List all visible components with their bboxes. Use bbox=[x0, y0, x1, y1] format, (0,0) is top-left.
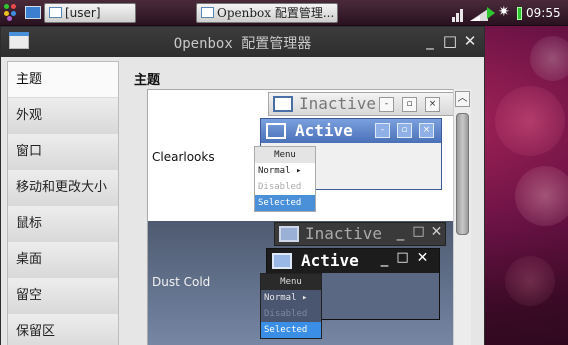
preview-menu-selected: Selected bbox=[261, 322, 321, 338]
maximize-button[interactable]: □ bbox=[441, 31, 459, 51]
theme-row-clearlooks[interactable]: Clearlooks Inactive - ▫ × Active - ▫ × M… bbox=[148, 90, 470, 220]
sidebar-item-margins[interactable]: 留空 bbox=[8, 278, 118, 314]
openbox-config-window: Openbox 配置管理器 _ □ ✕ 主题 外观 窗口 移动和更改大小 鼠标 … bbox=[0, 26, 485, 345]
preview-menu-disabled: Disabled bbox=[264, 309, 308, 319]
window-icon bbox=[49, 7, 62, 18]
taskbar-item-openbox[interactable]: Openbox 配置管理... bbox=[196, 3, 338, 23]
minimize-button[interactable]: _ bbox=[421, 31, 439, 51]
submenu-arrow-icon: ▸ bbox=[295, 166, 302, 176]
theme-list[interactable]: Clearlooks Inactive - ▫ × Active - ▫ × M… bbox=[147, 89, 471, 345]
preview-active-title: Active bbox=[301, 251, 359, 270]
sidebar: 主题 外观 窗口 移动和更改大小 鼠标 桌面 留空 保留区 bbox=[7, 61, 119, 345]
sidebar-item-move-resize[interactable]: 移动和更改大小 bbox=[8, 170, 118, 206]
clock[interactable]: 09:55 bbox=[526, 4, 561, 22]
sidebar-item-appearance[interactable]: 外观 bbox=[8, 98, 118, 134]
window-content: 主题 外观 窗口 移动和更改大小 鼠标 桌面 留空 保留区 主题 Clearlo… bbox=[1, 57, 484, 345]
preview-minimize-icon: - bbox=[379, 97, 394, 112]
preview-inactive-title: Inactive bbox=[299, 94, 377, 113]
window-titlebar[interactable]: Openbox 配置管理器 _ □ ✕ bbox=[1, 27, 484, 57]
preview-maximize-icon: □ bbox=[396, 250, 409, 265]
taskbar-item-user[interactable]: [user] bbox=[44, 3, 136, 23]
taskbar: [user] Openbox 配置管理... ✷ 09:55 bbox=[0, 0, 568, 26]
submenu-arrow-icon: ▸ bbox=[301, 293, 308, 303]
preview-menu: Menu Normal ▸ Disabled Selected bbox=[254, 146, 316, 212]
sidebar-item-windows[interactable]: 窗口 bbox=[8, 134, 118, 170]
window-icon bbox=[201, 7, 214, 18]
desktop-background bbox=[485, 26, 568, 345]
show-desktop-icon[interactable] bbox=[25, 6, 41, 19]
preview-minimize-icon: _ bbox=[396, 223, 405, 241]
preview-minimize-icon: - bbox=[375, 123, 390, 138]
preview-inactive-title: Inactive bbox=[305, 224, 383, 243]
preview-menu: Menu Normal ▸ Disabled Selected bbox=[260, 273, 322, 339]
theme-row-dust-cold[interactable]: Dust Cold Inactive _ □ ✕ Active _ □ ✕ Me… bbox=[148, 221, 470, 345]
app-menu-icon[interactable] bbox=[4, 4, 22, 22]
window-icon bbox=[272, 253, 292, 269]
window-icon bbox=[266, 123, 286, 139]
theme-list-scrollbar[interactable]: ︿ bbox=[453, 89, 471, 345]
volume-icon[interactable] bbox=[470, 6, 488, 22]
battery-icon[interactable] bbox=[517, 7, 522, 20]
preview-maximize-icon: ▫ bbox=[402, 97, 417, 112]
preview-inactive-window: Inactive _ □ ✕ bbox=[274, 222, 446, 246]
preview-menu-disabled: Disabled bbox=[258, 182, 302, 192]
preview-menu-normal: Normal ▸ bbox=[264, 293, 308, 303]
theme-name: Dust Cold bbox=[152, 275, 211, 289]
theme-name: Clearlooks bbox=[152, 150, 215, 164]
sidebar-item-reserved-area[interactable]: 保留区 bbox=[8, 314, 118, 345]
scrollbar-thumb[interactable] bbox=[456, 113, 469, 235]
taskbar-item-label: [user] bbox=[65, 6, 101, 20]
preview-menu-normal: Normal ▸ bbox=[258, 166, 302, 176]
window-icon bbox=[279, 226, 299, 242]
preview-close-icon: × bbox=[425, 97, 440, 112]
section-heading: 主题 bbox=[134, 73, 161, 88]
brightness-icon[interactable]: ✷ bbox=[498, 3, 510, 21]
preview-inactive-window: Inactive - ▫ × bbox=[268, 92, 454, 116]
preview-menu-title: Menu bbox=[255, 147, 315, 163]
preview-maximize-icon: ▫ bbox=[397, 123, 412, 138]
preview-minimize-icon: _ bbox=[380, 249, 389, 267]
preview-close-icon: × bbox=[419, 123, 434, 138]
sidebar-item-desktops[interactable]: 桌面 bbox=[8, 242, 118, 278]
sidebar-item-theme[interactable]: 主题 bbox=[8, 62, 118, 98]
media-play-icon[interactable] bbox=[487, 7, 495, 19]
window-title: Openbox 配置管理器 bbox=[173, 36, 312, 52]
preview-active-title: Active bbox=[295, 121, 353, 140]
preview-close-icon: ✕ bbox=[416, 250, 429, 266]
preview-menu-title: Menu bbox=[261, 274, 321, 290]
close-button[interactable]: ✕ bbox=[461, 31, 479, 51]
scroll-up-arrow-icon[interactable]: ︿ bbox=[455, 91, 470, 107]
window-icon bbox=[273, 96, 293, 112]
preview-menu-selected: Selected bbox=[255, 195, 315, 211]
taskbar-item-label: Openbox 配置管理... bbox=[217, 6, 335, 20]
preview-close-icon: ✕ bbox=[430, 224, 443, 240]
preview-maximize-icon: □ bbox=[412, 224, 425, 239]
sidebar-item-mouse[interactable]: 鼠标 bbox=[8, 206, 118, 242]
network-icon[interactable] bbox=[452, 4, 466, 22]
